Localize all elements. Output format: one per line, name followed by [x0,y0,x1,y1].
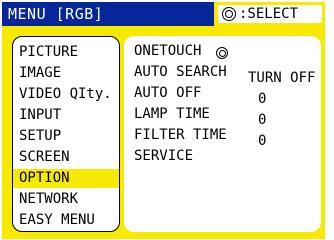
option-auto-off[interactable]: AUTO OFF [134,84,201,103]
main-menu-list: PICTURE IMAGE VIDEO QIty. INPUT SETUP SC… [12,36,120,232]
option-label: FILTER TIME [134,127,227,143]
title-bar: MENU [RGB] :SELECT [2,2,325,26]
onetouch-icon [216,47,228,59]
menu-item-option[interactable]: OPTION [13,169,119,188]
option-label: LAMP TIME [134,106,210,122]
option-label: AUTO SEARCH [134,64,227,80]
osd-menu-window: MENU [RGB] :SELECT PICTURE IMAGE VIDEO Q… [2,2,329,239]
option-auto-search[interactable]: AUTO SEARCH [134,63,227,82]
option-onetouch[interactable]: ONETOUCH [134,42,228,61]
filter-time-value: 0 [258,133,267,149]
auto-off-value: 0 [258,91,267,107]
auto-search-value: TURN OFF [248,70,316,86]
menu-item-video-quality[interactable]: VIDEO QIty. [13,85,119,104]
option-label: SERVICE [134,148,194,164]
lamp-time-value: 0 [258,112,267,128]
option-submenu: ONETOUCH AUTO SEARCH TURN OFF AUTO OFF 0… [124,36,321,232]
navigation-icon [222,7,236,21]
option-label: AUTO OFF [134,85,202,101]
select-hint-label: :SELECT [239,6,299,22]
menu-title: MENU [RGB] [2,2,214,26]
menu-item-network[interactable]: NETWORK [13,190,119,209]
menu-item-picture[interactable]: PICTURE [13,43,119,62]
menu-item-setup[interactable]: SETUP [13,127,119,146]
option-lamp-time[interactable]: LAMP TIME [134,105,210,124]
menu-item-screen[interactable]: SCREEN [13,148,119,167]
option-filter-time[interactable]: FILTER TIME [134,126,227,145]
menu-item-image[interactable]: IMAGE [13,64,119,83]
menu-item-easy-menu[interactable]: EASY MENU [13,211,119,230]
select-hint: :SELECT [218,5,322,23]
menu-item-input[interactable]: INPUT [13,106,119,125]
menu-body: PICTURE IMAGE VIDEO QIty. INPUT SETUP SC… [2,26,325,239]
option-label: ONETOUCH [134,43,202,59]
option-service[interactable]: SERVICE [134,147,193,166]
